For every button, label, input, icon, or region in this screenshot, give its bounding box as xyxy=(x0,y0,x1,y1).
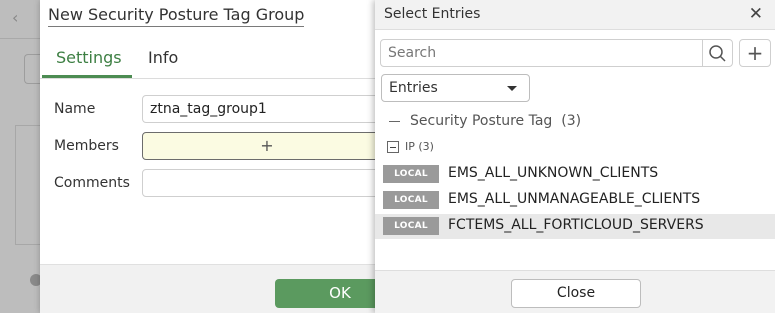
tab-info[interactable]: Info xyxy=(148,48,178,67)
dialog-footer: OK xyxy=(40,264,405,313)
members-label: Members xyxy=(54,138,119,154)
create-entry-button[interactable]: + xyxy=(739,39,771,67)
close-button[interactable]: Close xyxy=(511,279,641,308)
members-field[interactable]: + xyxy=(142,132,392,160)
local-badge: LOCAL xyxy=(383,191,439,209)
local-badge: LOCAL xyxy=(383,165,439,183)
collapse-icon[interactable] xyxy=(387,141,399,153)
select-entries-panel: Select Entries ✕ + Entries Security Post… xyxy=(375,0,775,313)
background-divider xyxy=(0,38,40,39)
caret-down-icon xyxy=(507,86,517,91)
panel-footer: Close xyxy=(375,270,775,313)
comments-label: Comments xyxy=(54,175,130,191)
entry-label: FCTEMS_ALL_FORTICLOUD_SERVERS xyxy=(448,217,704,233)
subgroup-label: IP xyxy=(405,140,415,153)
panel-title: Select Entries xyxy=(384,6,481,22)
active-tab-indicator xyxy=(42,75,132,78)
tab-settings[interactable]: Settings xyxy=(56,48,122,67)
entry-row[interactable]: LOCAL EMS_ALL_UNMANAGEABLE_CLIENTS xyxy=(375,188,775,213)
tag-group-dialog: New Security Posture Tag Group Settings … xyxy=(40,0,405,313)
search-icon[interactable] xyxy=(702,40,732,66)
entry-row-selected[interactable]: LOCAL FCTEMS_ALL_FORTICLOUD_SERVERS xyxy=(375,214,775,239)
plus-icon: + xyxy=(746,41,764,65)
close-icon[interactable]: ✕ xyxy=(749,4,763,24)
dialog-tabs: Settings Info xyxy=(40,40,385,79)
name-field[interactable]: ztna_tag_group1 xyxy=(142,95,392,123)
group-label: Security Posture Tag xyxy=(410,113,553,129)
entry-label: EMS_ALL_UNMANAGEABLE_CLIENTS xyxy=(448,191,701,207)
search-box xyxy=(380,39,733,67)
chevron-left-icon: ‹ xyxy=(12,8,19,27)
group-count: (3) xyxy=(561,113,582,129)
add-member-icon[interactable]: + xyxy=(260,136,273,155)
dropdown-value: Entries xyxy=(389,80,438,96)
subgroup-count: (3) xyxy=(418,140,434,153)
subgroup-ip[interactable]: IP (3) xyxy=(387,140,434,153)
entry-label: EMS_ALL_UNKNOWN_CLIENTS xyxy=(448,165,659,181)
panel-header: Select Entries ✕ xyxy=(375,0,775,30)
entry-row[interactable]: LOCAL EMS_ALL_UNKNOWN_CLIENTS xyxy=(375,162,775,187)
local-badge: LOCAL xyxy=(383,217,439,235)
dialog-title: New Security Posture Tag Group xyxy=(40,0,385,32)
collapse-dash-icon xyxy=(389,120,400,122)
comments-field[interactable] xyxy=(142,169,392,197)
name-label: Name xyxy=(54,101,96,117)
entries-dropdown[interactable]: Entries xyxy=(381,74,530,102)
search-input[interactable] xyxy=(381,40,703,66)
group-security-posture-tag[interactable]: Security Posture Tag (3) xyxy=(389,113,581,129)
dialog-title-text: New Security Posture Tag Group xyxy=(48,5,305,27)
background-panel xyxy=(15,125,40,245)
